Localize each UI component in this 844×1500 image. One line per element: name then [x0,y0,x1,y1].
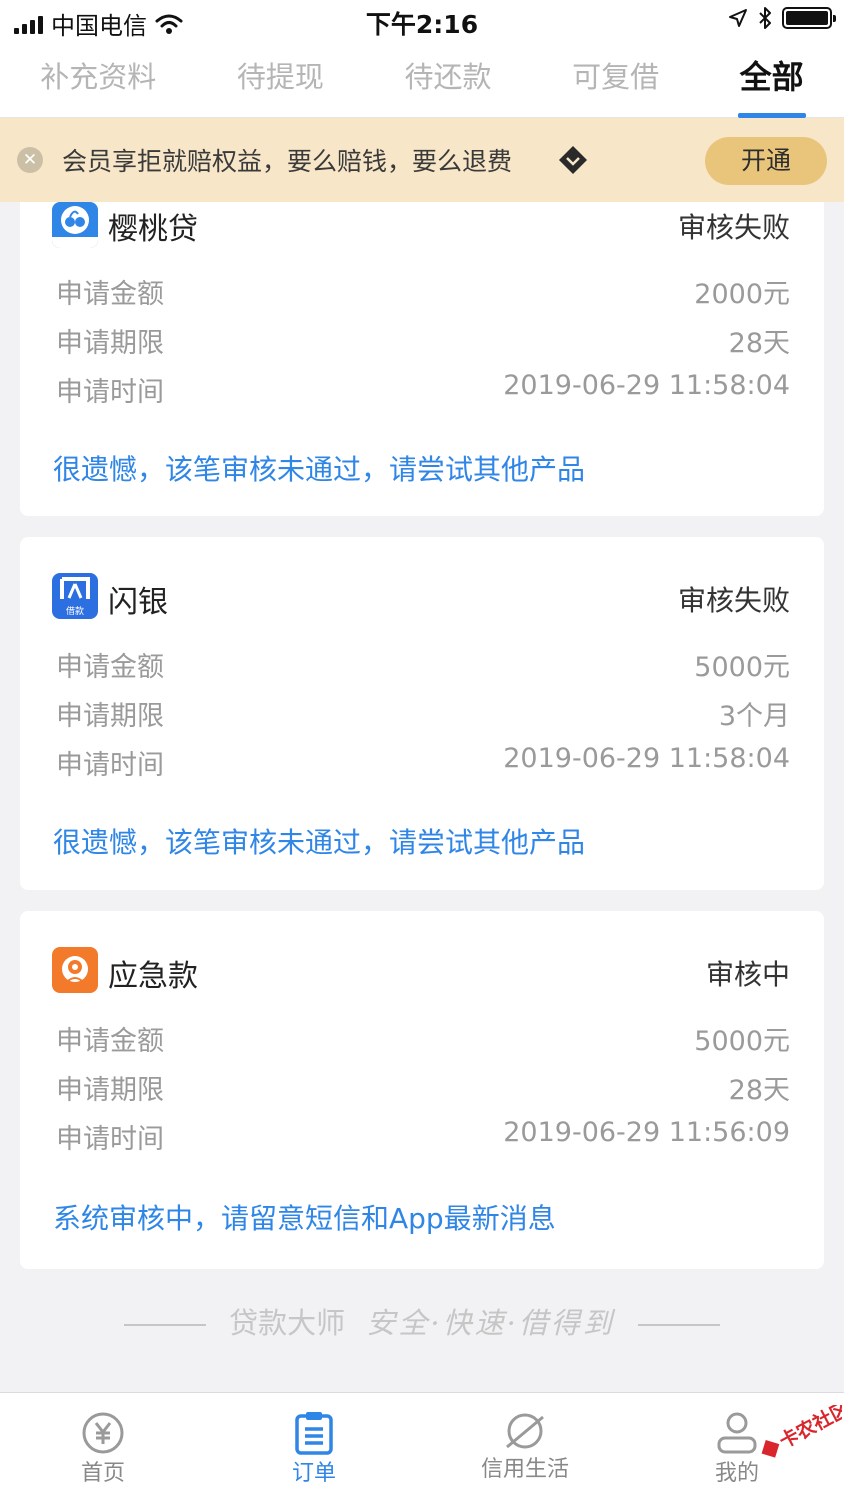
term-value: 3个月 [718,701,790,732]
time-value: 2019-06-29 11:58:04 [503,370,790,401]
nav-label: 订单 [291,1461,336,1486]
clipboard-icon [295,1412,333,1455]
nav-home[interactable]: 首页 [33,1393,173,1500]
yen-icon [82,1412,124,1454]
amount-row: 申请金额 5000元 [56,1019,790,1059]
location-arrow-icon [729,9,747,27]
nav-label: 信用生活 [480,1457,569,1482]
cherry-logo-icon [52,202,98,248]
order-card[interactable]: 应急款 审核中 申请金额 5000元 申请期限 28天 申请时间 2019-06… [20,911,824,1269]
slogan-tagline: 安全·快速·借得到 [366,1306,615,1340]
order-status: 审核失败 [677,211,790,244]
amount-label: 申请金额 [56,1026,164,1057]
shanyin-logo-icon: 借款 [52,573,98,619]
amount-value: 5000元 [694,652,790,683]
order-tabs: 补充资料 待提现 待还款 可复借 全部 [0,42,844,118]
time-label: 申请时间 [56,1124,164,1155]
time-row: 申请时间 2019-06-29 11:56:09 [56,1117,790,1157]
amount-label: 申请金额 [56,652,164,683]
order-note: 很遗憾，该笔审核未通过，请尝试其他产品 [53,453,586,486]
amount-label: 申请金额 [56,279,164,310]
emergency-loan-logo-icon [52,947,98,993]
diamond-icon [559,146,587,174]
tab-pending-withdraw[interactable]: 待提现 [229,42,332,118]
tab-reborrow[interactable]: 可复借 [564,42,667,118]
order-note: 系统审核中，请留意短信和App最新消息 [53,1202,556,1235]
nav-credit-life[interactable]: 信用生活 [455,1393,595,1500]
time-value: 2019-06-29 11:56:09 [503,1117,790,1148]
watermark-logo: 卡农社区 [761,1405,842,1458]
term-row: 申请期限 28天 [56,321,790,361]
slogan-brand: 贷款大师 [229,1306,346,1340]
slogan-divider [123,1324,206,1326]
term-value: 28天 [728,328,790,359]
nav-orders[interactable]: 订单 [244,1393,384,1500]
status-bar: 中国电信 下午2:16 [0,0,844,42]
bluetooth-icon [759,7,771,29]
order-note: 很遗憾，该笔审核未通过，请尝试其他产品 [53,826,586,859]
product-name: 樱桃贷 [108,212,198,247]
tab-supplement[interactable]: 补充资料 [32,42,164,118]
amount-row: 申请金额 2000元 [56,272,790,312]
term-row: 申请期限 3个月 [56,694,790,734]
brand-slogan: 贷款大师 安全·快速·借得到 [0,1300,844,1344]
term-label: 申请期限 [56,1075,164,1106]
tab-pending-repay[interactable]: 待还款 [396,42,499,118]
amount-value: 2000元 [694,279,790,310]
svg-text:卡农社区: 卡农社区 [775,1405,842,1453]
planet-icon [506,1413,544,1449]
clock: 下午2:16 [365,10,479,39]
bottom-nav: 首页 订单 信用生活 我的 [0,1392,844,1500]
nav-label: 首页 [80,1461,125,1486]
order-status: 审核中 [705,958,790,991]
amount-value: 5000元 [694,1026,790,1057]
term-value: 28天 [728,1075,790,1106]
tab-all[interactable]: 全部 [732,42,812,118]
order-card[interactable]: 借款 闪银 审核失败 申请金额 5000元 申请期限 3个月 申请时间 2019… [20,537,824,890]
banner-text: 会员享拒就赔权益，要么赔钱，要么退费 [62,147,513,176]
amount-row: 申请金额 5000元 [56,645,790,685]
time-row: 申请时间 2019-06-29 11:58:04 [56,743,790,783]
order-status: 审核失败 [677,584,790,617]
term-label: 申请期限 [56,328,164,359]
logo-caption: 借款 [66,605,84,617]
product-name: 闪银 [108,585,168,620]
product-name: 应急款 [108,959,198,994]
close-icon[interactable]: ✕ [17,147,43,173]
status-right [728,6,836,30]
open-membership-button[interactable]: 开通 [705,137,827,185]
time-row: 申请时间 2019-06-29 11:58:04 [56,370,790,410]
time-label: 申请时间 [56,750,164,781]
time-label: 申请时间 [56,377,164,408]
battery-icon [782,7,836,29]
term-label: 申请期限 [56,701,164,732]
slogan-divider [638,1324,721,1326]
order-card[interactable]: 樱桃贷 审核失败 申请金额 2000元 申请期限 28天 申请时间 2019-0… [20,202,824,516]
time-value: 2019-06-29 11:58:04 [503,743,790,774]
term-row: 申请期限 28天 [56,1068,790,1108]
